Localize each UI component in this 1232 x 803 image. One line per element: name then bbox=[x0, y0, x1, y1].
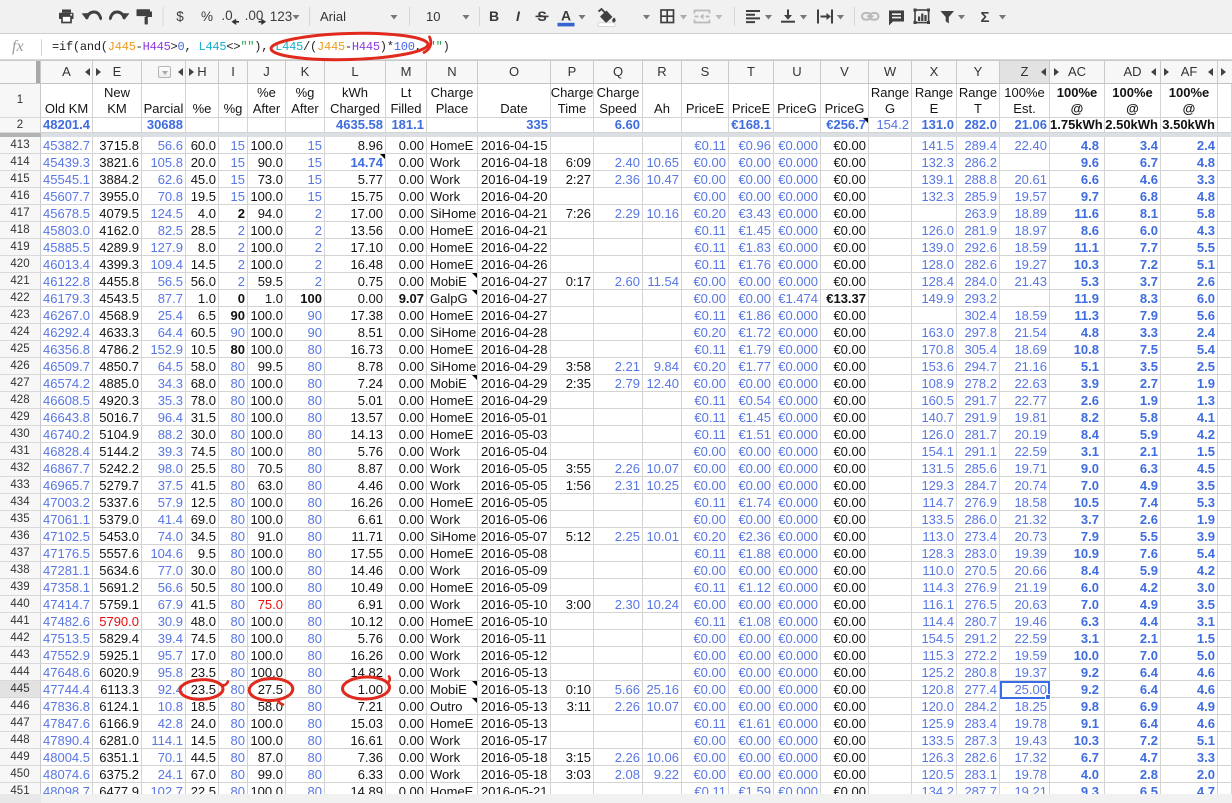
svg-text:.0: .0 bbox=[221, 8, 232, 23]
svg-text:Σ: Σ bbox=[980, 9, 989, 26]
svg-text:I: I bbox=[516, 8, 521, 24]
svg-text:10: 10 bbox=[426, 9, 440, 24]
svg-text:B: B bbox=[489, 8, 499, 24]
svg-text:.00: .00 bbox=[245, 8, 264, 23]
svg-text:$: $ bbox=[176, 9, 184, 24]
svg-text:%: % bbox=[201, 9, 213, 24]
svg-text:123: 123 bbox=[270, 9, 293, 24]
svg-text:Arial: Arial bbox=[320, 9, 346, 24]
svg-text:A: A bbox=[561, 8, 571, 24]
